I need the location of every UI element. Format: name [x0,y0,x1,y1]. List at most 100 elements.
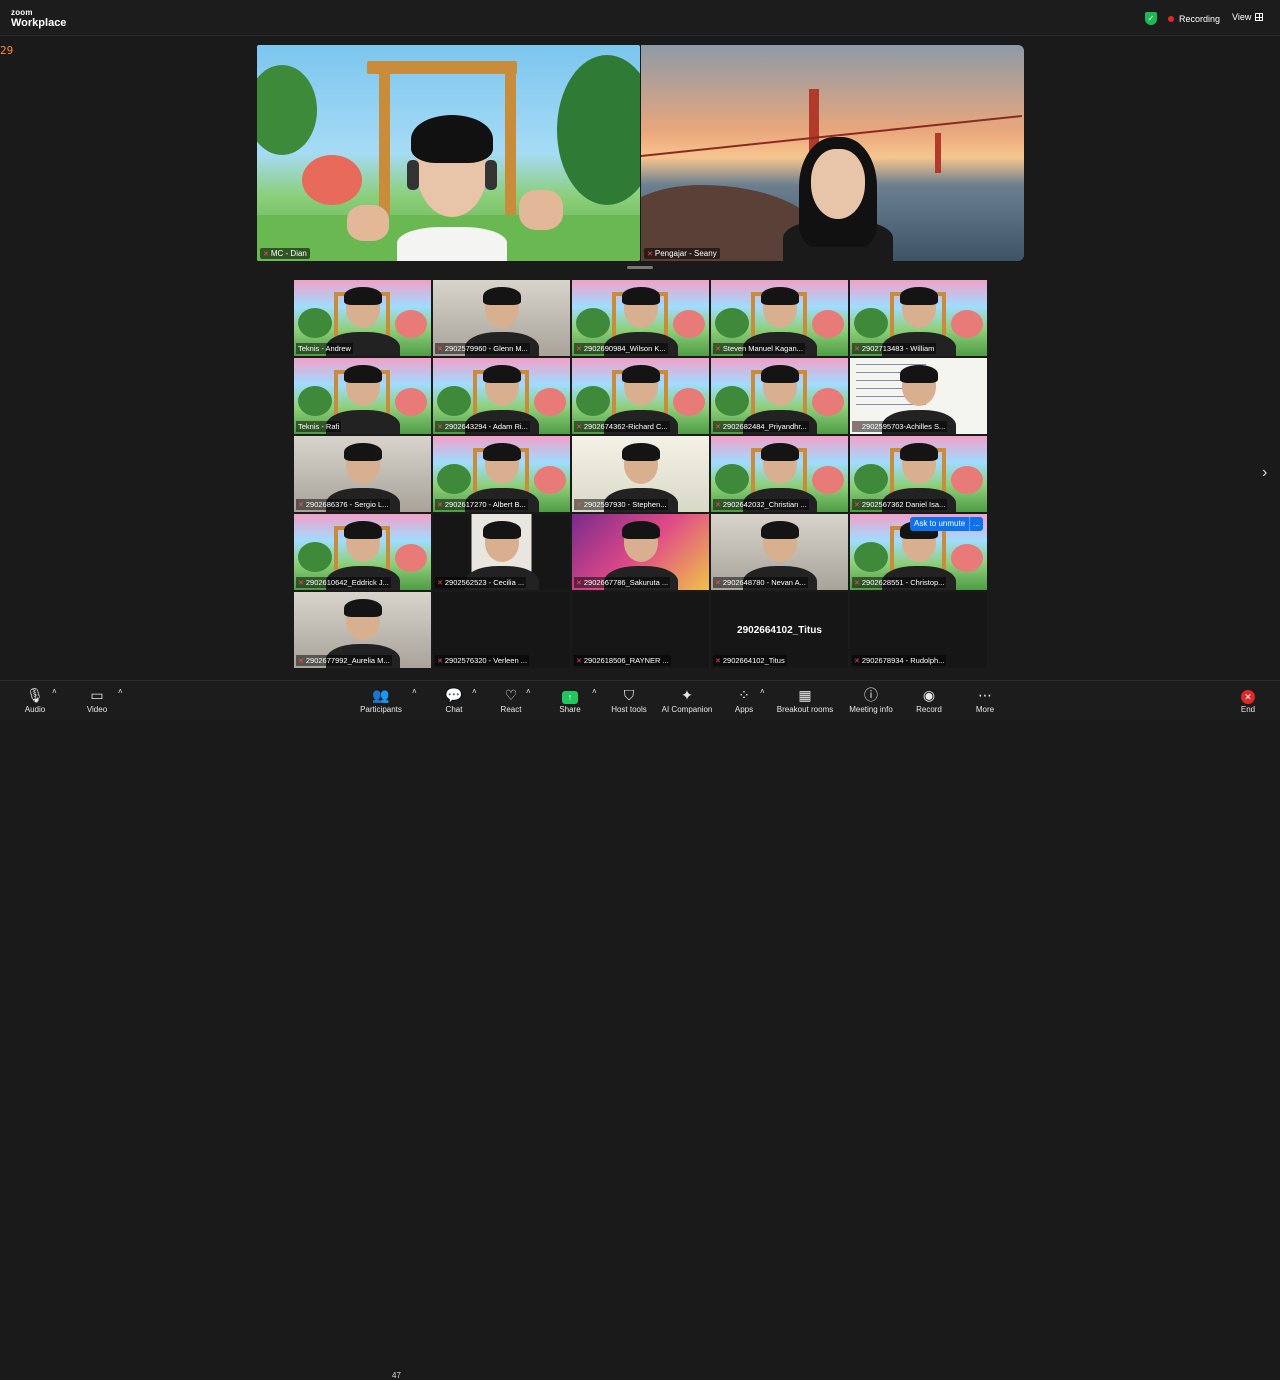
participant-tile[interactable]: 2902664102_Titus ✕ 2902664102_Titus [711,592,848,668]
breakout-rooms-button[interactable]: ▦ Breakout rooms [774,687,836,714]
resize-handle[interactable] [627,266,653,269]
participant-tile[interactable]: ✕ 2902690984_Wilson K... [572,280,709,356]
participant-name-tag: ✕ 2902690984_Wilson K... [574,343,668,354]
ai-companion-button[interactable]: ✦ AI Companion [658,687,716,714]
react-button[interactable]: ♡ React [498,687,524,714]
tree-decoration [854,542,888,572]
mic-muted-icon: ✕ [715,345,721,353]
participant-tile[interactable]: ✕ 2902682484_Priyandhr... [711,358,848,434]
view-button[interactable]: View [1232,12,1264,22]
tree-decoration [812,466,844,494]
participant-name-tag: ✕ MC - Dian [260,248,310,259]
participant-tile[interactable]: Teknis - Rafi [294,358,431,434]
chevron-up-icon[interactable]: ˄ [592,687,597,696]
participant-tile[interactable]: ✕ 2902648780 - Nevan A... [711,514,848,590]
chevron-right-icon[interactable]: › [1262,464,1267,482]
breakout-rooms-icon: ▦ [798,687,812,703]
ask-to-unmute-button[interactable]: Ask to unmute ... [910,517,983,531]
frame-post [505,69,516,234]
participant-tile[interactable]: ✕ 2902597930 - Stephen... [572,436,709,512]
chevron-up-icon[interactable]: ˄ [472,687,477,696]
chevron-up-icon[interactable]: ˄ [526,687,531,696]
shield-check-icon: ✓ [1145,12,1157,25]
recording-indicator[interactable]: ✓ Recording [1145,10,1220,27]
spotlight-tile-teacher[interactable]: ✕ Pengajar - Seany [641,45,1024,261]
microphone-icon: 🎙 [26,687,44,703]
mic-muted-icon: ✕ [437,657,443,665]
participant-hair [899,443,938,461]
participant-hair [482,521,521,539]
participant-tile[interactable]: ✕ 2902674362-Richard C... [572,358,709,434]
meeting-toolbar: 🎙 Audio ˄ ▭ Video ˄ 👥 Participants 47 ˄ … [0,680,1280,1380]
participant-tile[interactable]: Teknis - Andrew [294,280,431,356]
more-dots-icon: ⋯ [978,687,992,703]
top-bar: zoom Workplace ✓ Recording View [0,0,1280,36]
participant-name-tag: ✕ Steven Manuel Kagan... [713,343,805,354]
spotlight-tile-mc[interactable]: ✕ MC - Dian [257,45,640,261]
participant-tile[interactable]: ✕ 2902643294 - Adam Ri... [433,358,570,434]
participant-tile[interactable]: ✕ 2902678934 - Rudolph... [850,592,987,668]
audio-button[interactable]: 🎙 Audio [22,687,48,714]
participant-name-tag: ✕ 2902648780 - Nevan A... [713,577,808,588]
participant-hair [482,443,521,461]
record-button[interactable]: ◉ Record [914,687,944,714]
meeting-info-button[interactable]: ⓘ Meeting info [846,687,896,714]
chevron-up-icon[interactable]: ˄ [760,687,765,696]
participant-hair [899,287,938,305]
participant-tile[interactable]: ✕ 2902667786_Sakuruta ... [572,514,709,590]
participant-name-tag: ✕ 2902567362 Daniel Isa... [852,499,948,510]
video-button[interactable]: ▭ Video [84,687,110,714]
mic-muted-icon: ✕ [854,501,860,509]
tree-decoration [854,308,888,338]
participant-tile[interactable]: ✕ 2902562523 - Cecilia ... [433,514,570,590]
tree-decoration [715,308,749,338]
tree-decoration [673,310,705,338]
participant-tile[interactable]: ✕ 2902595703-Achilles S... [850,358,987,434]
tree-decoration [395,310,427,338]
mic-muted-icon: ✕ [647,250,653,258]
participant-tile[interactable]: ✕ Steven Manuel Kagan... [711,280,848,356]
end-meeting-button[interactable]: ✕ End [1238,687,1258,714]
chevron-up-icon[interactable]: ˄ [412,687,417,696]
video-camera-icon: ▭ [90,687,104,703]
participant-tile[interactable]: ✕ 2902713483 - William [850,280,987,356]
participant-name-tag: Teknis - Andrew [296,343,353,354]
participant-name-tag: ✕ 2902576320 - Verleen ... [435,655,530,666]
participant-hair [621,521,660,539]
participant-tile[interactable]: ✕ 2902579960 - Glenn M... [433,280,570,356]
participant-tile[interactable]: ✕ 2902610642_Eddrick J... [294,514,431,590]
participant-tile[interactable]: ✕ 2902686376 - Sergio L... [294,436,431,512]
share-screen-icon: ↑ [562,691,578,704]
close-icon: ✕ [1241,690,1255,704]
more-button[interactable]: ⋯ More [972,687,998,714]
recording-dot-icon [1168,15,1174,22]
more-options-icon[interactable]: ... [969,517,983,531]
mic-muted-icon: ✕ [715,579,721,587]
share-button[interactable]: ↑ Share [556,687,584,714]
tree-decoration [557,55,640,205]
chevron-up-icon[interactable]: ˄ [118,687,123,696]
participant-tile[interactable]: ✕ 2902642032_Christian ... [711,436,848,512]
mic-muted-icon: ✕ [437,501,443,509]
participant-tile[interactable]: ✕ 2902567362 Daniel Isa... [850,436,987,512]
participant-tile[interactable]: ✕ 2902677992_Aurelia M... [294,592,431,668]
apps-button[interactable]: ⁘ Apps [732,687,756,714]
participants-icon: 👥 [372,687,390,703]
mic-muted-icon: ✕ [576,501,582,509]
chat-button[interactable]: 💬 Chat [442,687,466,714]
participants-button[interactable]: 👥 Participants [358,687,404,714]
participant-name-tag: ✕ 2902610642_Eddrick J... [296,577,391,588]
chevron-up-icon[interactable]: ˄ [52,687,57,696]
apps-icon: ⁘ [738,687,750,703]
host-tools-button[interactable]: ⛉ Host tools [608,687,650,714]
participant-hair [482,287,521,305]
participant-tile[interactable]: ✕ 2902618506_RAYNER ... [572,592,709,668]
participant-tile[interactable]: ✕ 2902617270 - Albert B... [433,436,570,512]
participant-name-tag: ✕ 2902617270 - Albert B... [435,499,528,510]
mic-muted-icon: ✕ [715,657,721,665]
participant-hair [343,365,382,383]
participant-hair [899,365,938,383]
participant-hair [760,521,799,539]
timer: 29 [0,44,14,57]
participant-tile[interactable]: ✕ 2902576320 - Verleen ... [433,592,570,668]
